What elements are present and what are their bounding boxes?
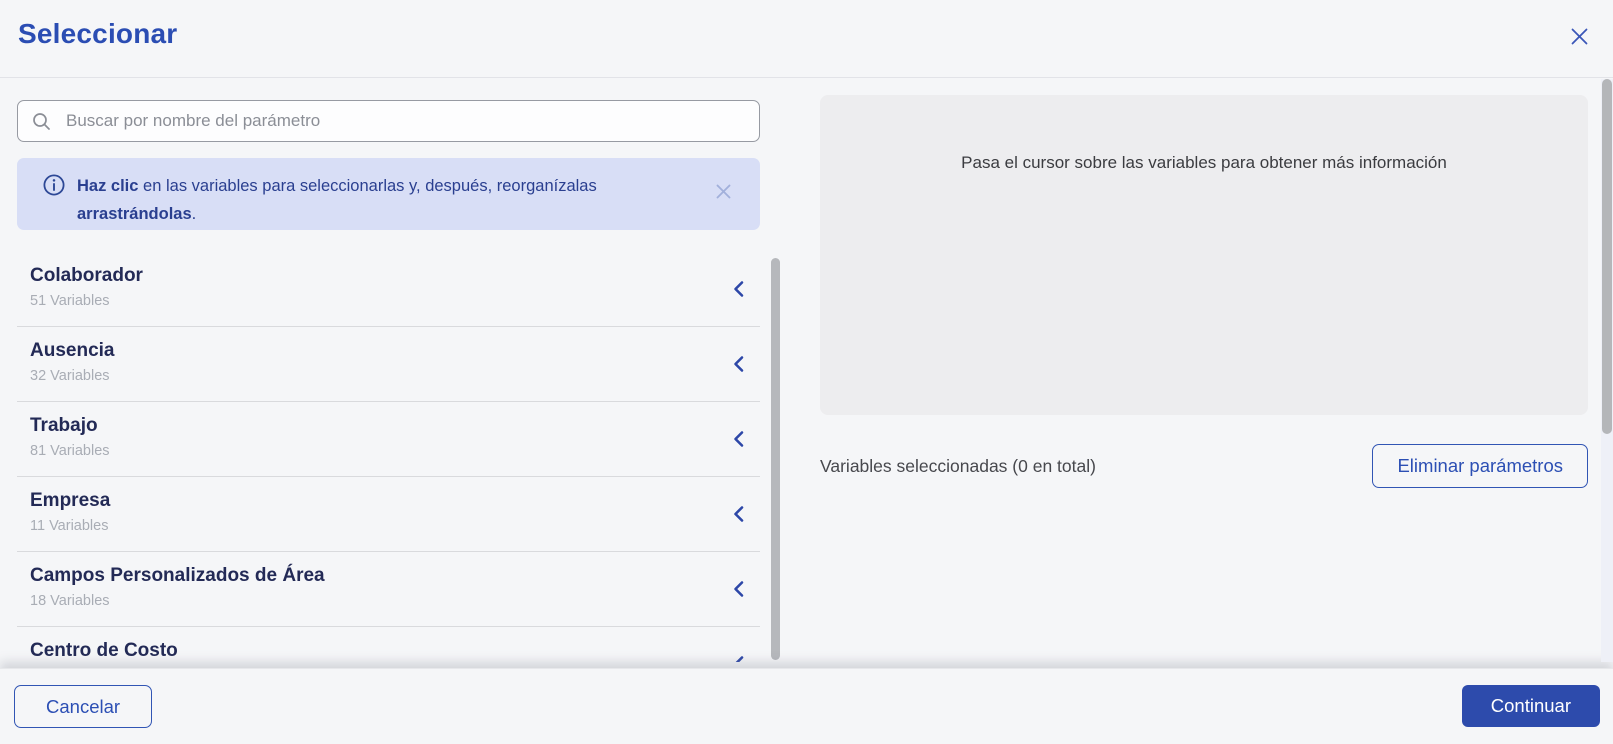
select-dialog: Seleccionar Haz clic en las variables pa… <box>0 0 1613 744</box>
banner-bold-lead: Haz clic <box>77 177 139 195</box>
category-label: Centro de Costo <box>30 640 178 661</box>
dialog-scrollbar-thumb[interactable] <box>1602 79 1612 434</box>
category-label: Ausencia <box>30 340 115 361</box>
dialog-title: Seleccionar <box>18 18 178 49</box>
dialog-close-button[interactable] <box>1567 24 1591 48</box>
dialog-footer: Cancelar Continuar <box>0 668 1613 744</box>
banner-line1-rest: en las variables para seleccionarlas y, … <box>138 177 597 195</box>
category-label: Trabajo <box>30 415 98 436</box>
search-input[interactable] <box>64 110 745 132</box>
chevron-left-icon[interactable] <box>733 581 744 598</box>
banner-line-2: arrastrándolas. <box>77 200 597 228</box>
search-icon <box>32 112 51 131</box>
category-count: 11 Variables <box>30 518 109 534</box>
category-label: Empresa <box>30 490 111 511</box>
continue-button[interactable]: Continuar <box>1461 685 1600 727</box>
close-icon <box>1571 28 1588 45</box>
category-row-empresa[interactable]: Empresa 11 Variables <box>17 477 760 552</box>
category-row-colaborador[interactable]: Colaborador 51 Variables <box>17 252 760 327</box>
chevron-left-icon[interactable] <box>733 506 744 523</box>
dialog-header: Seleccionar <box>0 0 1613 78</box>
banner-text: Haz clic en las variables para seleccion… <box>77 172 597 228</box>
category-label: Colaborador <box>30 265 143 286</box>
category-row-campos-personalizados[interactable]: Campos Personalizados de Área 18 Variabl… <box>17 552 760 627</box>
banner-line2-suffix: . <box>191 205 197 223</box>
info-icon <box>43 174 65 196</box>
info-banner: Haz clic en las variables para seleccion… <box>17 158 760 230</box>
category-row-ausencia[interactable]: Ausencia 32 Variables <box>17 327 760 402</box>
chevron-left-icon[interactable] <box>733 281 744 298</box>
banner-bold-line2: arrastrándolas <box>77 205 192 223</box>
search-box <box>17 100 760 142</box>
banner-close-icon <box>716 184 731 199</box>
category-count: 18 Variables <box>30 593 110 609</box>
category-row-centro-de-costo[interactable]: Centro de Costo <box>17 627 760 662</box>
cancel-button[interactable]: Cancelar <box>14 685 153 728</box>
banner-line-1: Haz clic en las variables para seleccion… <box>77 172 597 200</box>
category-count: 32 Variables <box>30 368 110 384</box>
remove-parameters-button[interactable]: Eliminar parámetros <box>1372 444 1588 488</box>
dialog-scrollbar-track[interactable] <box>1601 79 1613 662</box>
preview-hint: Pasa el cursor sobre las variables para … <box>961 153 1447 172</box>
category-label: Campos Personalizados de Área <box>30 565 325 586</box>
preview-panel: Pasa el cursor sobre las variables para … <box>820 95 1588 415</box>
list-scrollbar-thumb[interactable] <box>771 258 780 660</box>
chevron-left-icon[interactable] <box>733 431 744 448</box>
selection-row: Variables seleccionadas (0 en total) Eli… <box>820 444 1588 488</box>
category-list: Colaborador 51 Variables Ausencia 32 Var… <box>17 252 760 662</box>
selection-summary: Variables seleccionadas (0 en total) <box>820 455 1096 476</box>
banner-close-button[interactable] <box>712 180 734 202</box>
chevron-left-icon[interactable] <box>733 356 744 373</box>
category-count: 51 Variables <box>30 293 110 309</box>
category-count: 81 Variables <box>30 443 110 459</box>
chevron-left-icon[interactable] <box>733 656 744 662</box>
category-row-trabajo[interactable]: Trabajo 81 Variables <box>17 402 760 477</box>
